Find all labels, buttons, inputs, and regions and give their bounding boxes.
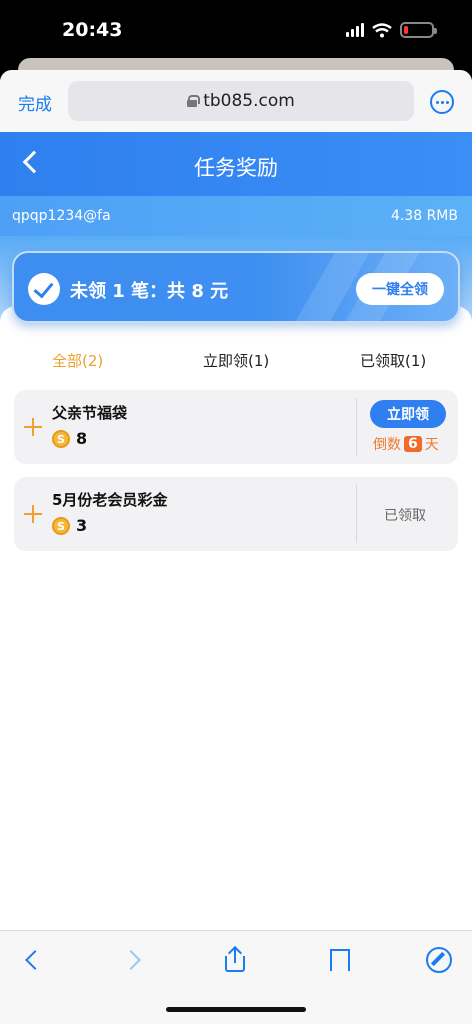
check-icon xyxy=(28,273,60,305)
account-balance: 4.38 RMB xyxy=(390,208,458,224)
content-background xyxy=(0,570,472,930)
url-bar[interactable]: tb085.com xyxy=(68,81,414,121)
claim-now-button[interactable]: 立即领 xyxy=(370,400,446,428)
account-username: qpqp1234@fa xyxy=(12,208,111,224)
wifi-icon xyxy=(372,22,392,37)
divider xyxy=(356,398,357,456)
coin-icon: S xyxy=(52,517,70,535)
forward-icon[interactable] xyxy=(120,947,146,973)
countdown: 倒数 6 天 xyxy=(373,434,439,454)
tab-claim-now[interactable]: 立即领(1) xyxy=(203,350,269,371)
account-bar: qpqp1234@fa 4.38 RMB xyxy=(0,196,472,236)
divider xyxy=(356,485,357,543)
url-text: tb085.com xyxy=(203,91,295,111)
status-icons xyxy=(346,22,437,38)
browser-sheet: 完成 tb085.com 任务奖励 qpqp1234@fa 4.38 RMB 未… xyxy=(0,70,472,1024)
coin-icon: S xyxy=(52,430,70,448)
status-time: 20:43 xyxy=(62,19,123,41)
browser-top-bar: 完成 tb085.com xyxy=(0,70,472,132)
tab-all[interactable]: 全部(2) xyxy=(52,350,103,371)
signal-icon xyxy=(346,23,364,37)
claimed-status: 已领取 xyxy=(384,508,426,524)
task-name: 5月份老会员彩金 xyxy=(52,491,168,509)
task-card: 父亲节福袋 S 8 立即领 倒数 6 天 xyxy=(14,390,458,464)
browser-toolbar xyxy=(0,930,472,1024)
more-options-icon[interactable] xyxy=(430,90,454,114)
done-button[interactable]: 完成 xyxy=(18,90,52,115)
back-icon[interactable] xyxy=(20,947,46,973)
task-card: 5月份老会员彩金 S 3 已领取 xyxy=(14,477,458,551)
share-icon[interactable] xyxy=(223,945,249,973)
bookmark-icon[interactable] xyxy=(326,947,352,973)
claim-all-button[interactable]: 一键全领 xyxy=(356,273,444,305)
reward-amount: 8 xyxy=(76,429,88,448)
plus-icon[interactable] xyxy=(24,505,42,523)
home-indicator xyxy=(166,1007,306,1012)
battery-icon xyxy=(400,22,437,38)
filter-tabs: 全部(2) 立即领(1) 已领取(1) xyxy=(0,350,472,374)
task-name: 父亲节福袋 xyxy=(52,404,128,422)
lock-icon xyxy=(187,95,201,107)
tab-claimed[interactable]: 已领取(1) xyxy=(360,350,426,371)
reward-amount: 3 xyxy=(76,516,88,535)
countdown-prefix: 倒数 xyxy=(373,437,401,453)
summary-text: 未领 1 笔：共 8 元 xyxy=(70,281,229,302)
page-title: 任务奖励 xyxy=(194,156,278,180)
countdown-days: 6 xyxy=(404,436,422,452)
compass-icon[interactable] xyxy=(426,947,452,973)
summary-card: 未领 1 笔：共 8 元 一键全领 xyxy=(12,251,460,323)
app-header: 任务奖励 xyxy=(0,132,472,196)
plus-icon[interactable] xyxy=(24,418,42,436)
status-bar: 20:43 xyxy=(0,0,472,66)
countdown-suffix: 天 xyxy=(424,437,439,453)
